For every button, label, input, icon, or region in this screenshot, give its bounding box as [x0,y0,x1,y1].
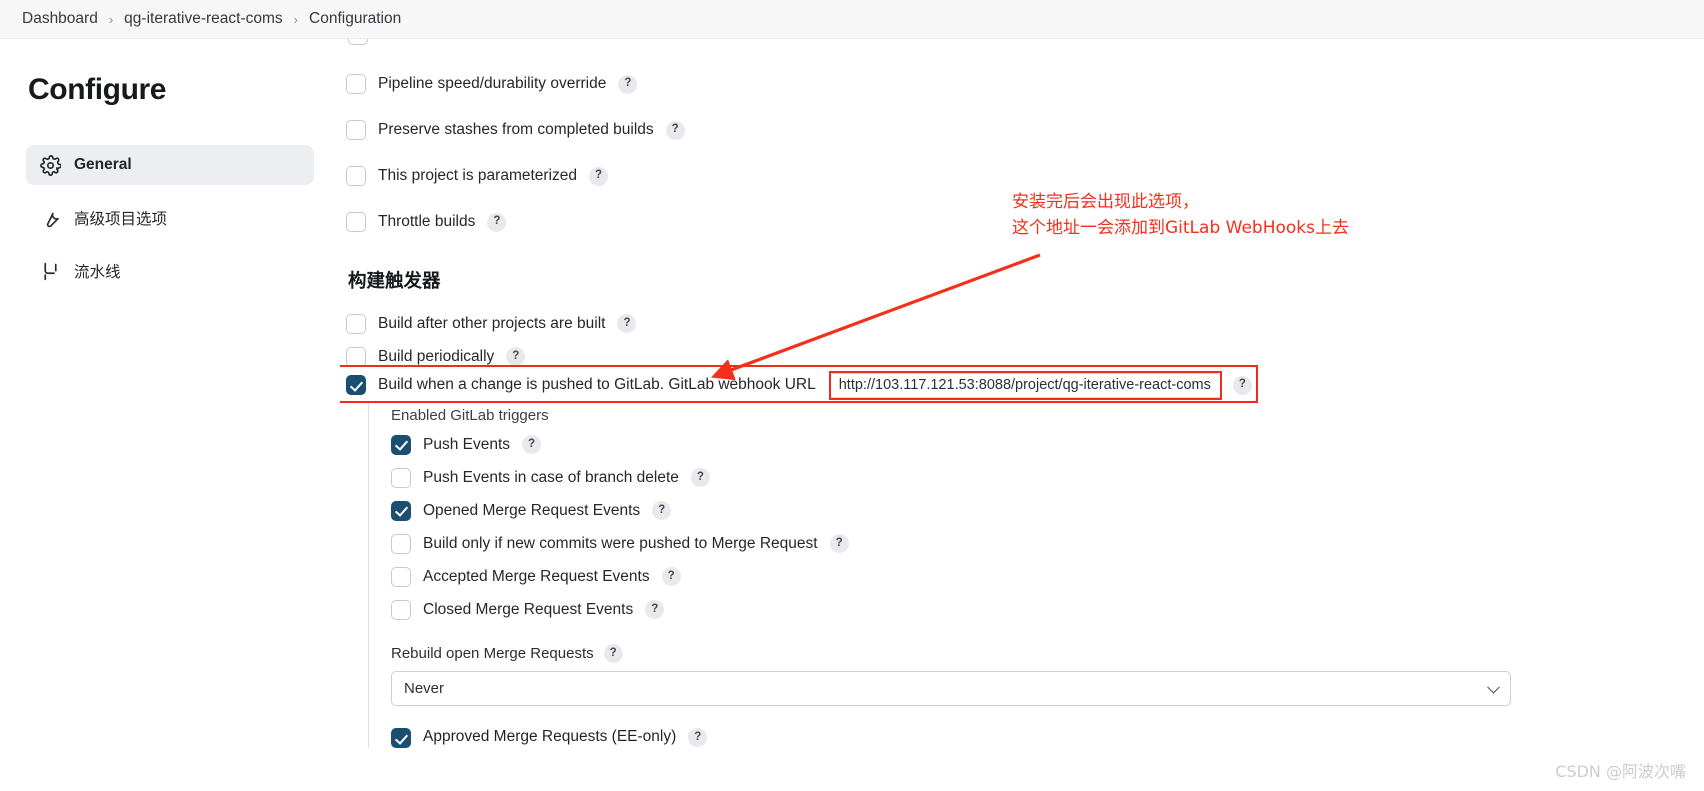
checkbox-pipeline-speed-durability-override[interactable] [346,74,366,94]
red-annotation: 安装完后会出现此选项， 这个地址一会添加到GitLab WebHooks上去 [1012,189,1349,241]
help-icon[interactable]: ? [645,600,665,619]
page-body: Configure General 高级项目选项 流水线 安装完后会出现此选项，… [0,39,1704,791]
annotation-line-2: 这个地址一会添加到GitLab WebHooks上去 [1012,218,1349,238]
checkbox-opened-merge-request-events[interactable] [391,500,411,521]
rebuild-open-merge-requests-label-row: Rebuild open Merge Requests ? [391,644,1664,663]
sidebar: Configure General 高级项目选项 流水线 [0,39,340,791]
help-icon[interactable]: ? [1232,375,1252,395]
checkbox-throttle-builds[interactable] [346,212,366,232]
gitlab-triggers-group: Enabled GitLab triggers Push Events ? Pu… [368,401,1664,748]
option-label: Throttle builds [378,213,476,230]
rebuild-open-merge-requests-label: Rebuild open Merge Requests [391,645,594,662]
breadcrumb-item-dashboard[interactable]: Dashboard [14,10,106,28]
sidebar-item-general[interactable]: General [26,145,314,185]
gear-icon [40,154,61,176]
option-label: Build only if new commits were pushed to… [423,534,818,552]
option-row-push-events-branch-delete: Push Events in case of branch delete ? [391,461,1664,494]
option-label: This project is parameterized [378,167,577,184]
option-label: Push Events [423,435,511,453]
pipeline-icon [40,261,61,282]
option-row-build-only-new-commits: Build only if new commits were pushed to… [391,527,1664,560]
option-label: Build when a change is pushed to GitLab.… [378,376,816,393]
help-icon[interactable]: ? [522,435,542,454]
option-row-build-periodically: Build periodically ? [346,340,1664,373]
help-icon[interactable]: ? [690,468,710,487]
webhook-url-field[interactable]: http://103.117.121.53:8088/project/qg-it… [828,370,1222,400]
help-icon[interactable]: ? [618,74,638,94]
checkbox-partial-top[interactable] [348,39,368,45]
breadcrumb-item-project[interactable]: qg-iterative-react-coms [116,10,291,28]
help-icon[interactable]: ? [506,347,526,366]
option-row-accepted-merge-request-events: Accepted Merge Request Events ? [391,560,1664,593]
breadcrumb-item-configuration[interactable]: Configuration [301,10,409,28]
chevron-down-icon [1487,680,1500,694]
help-icon[interactable]: ? [603,644,623,663]
option-row-build-on-gitlab-push: Build when a change is pushed to GitLab.… [346,370,1664,400]
checkbox-build-after-other-projects[interactable] [346,313,366,334]
select-value: Never [404,680,445,697]
help-icon[interactable]: ? [589,166,608,186]
partial-checkbox-row-top [346,39,1664,61]
option-label: Accepted Merge Request Events [423,567,650,585]
checkbox-approved-merge-requests[interactable] [391,728,411,748]
option-label: Closed Merge Request Events [423,600,634,618]
checkbox-project-is-parameterized[interactable] [346,166,366,186]
help-icon[interactable]: ? [829,534,849,553]
breadcrumb-separator-icon: › [108,11,114,27]
option-label: Build after other projects are built [378,314,606,332]
watermark: CSDN @阿波次嘴 [1555,762,1686,781]
option-label: Opened Merge Request Events [423,501,641,519]
sidebar-item-label: General [74,156,132,173]
option-row-opened-merge-request-events: Opened Merge Request Events ? [391,494,1664,527]
sidebar-item-label: 高级项目选项 [74,211,168,228]
wrench-icon [40,208,61,229]
option-label: Preserve stashes from completed builds [378,121,654,138]
sidebar-item-label: 流水线 [74,264,121,281]
help-icon[interactable]: ? [617,314,637,333]
option-label: Approved Merge Requests (EE-only) [423,728,677,745]
help-icon[interactable]: ? [688,728,708,747]
option-row-closed-merge-request-events: Closed Merge Request Events ? [391,593,1664,626]
checkbox-accepted-merge-request-events[interactable] [391,566,411,587]
checkbox-build-only-new-commits[interactable] [391,533,411,554]
checkbox-build-on-gitlab-push[interactable] [346,375,366,395]
page-title: Configure [28,73,167,106]
option-label: Push Events in case of branch delete [423,468,679,486]
checkbox-closed-merge-request-events[interactable] [391,599,411,620]
breadcrumb-separator-icon: › [293,11,299,27]
option-row-pipeline-speed: Pipeline speed/durability override ? [346,61,1664,107]
section-heading-build-triggers: 构建触发器 [348,270,441,291]
rebuild-open-merge-requests-select[interactable]: Never [391,671,1511,706]
option-row-throttle-builds: Throttle builds ? [346,199,1664,245]
option-label: Build periodically [378,347,495,365]
webhook-highlight-group: Build when a change is pushed to GitLab.… [340,365,1664,403]
checkbox-build-periodically[interactable] [346,346,366,367]
option-label: Pipeline speed/durability override [378,75,607,92]
option-row-parameterized: This project is parameterized ? [346,153,1664,199]
sidebar-item-pipeline[interactable]: 流水线 [26,251,314,291]
checkbox-preserve-stashes[interactable] [346,120,366,140]
gitlab-triggers-label: Enabled GitLab triggers [391,407,549,424]
option-row-push-events: Push Events ? [391,428,1664,461]
checkbox-push-events[interactable] [391,434,411,455]
help-icon[interactable]: ? [661,567,681,586]
annotation-line-1: 安装完后会出现此选项， [1012,192,1199,212]
checkbox-push-events-branch-delete[interactable] [391,467,411,488]
partial-checkbox-row-bottom: Approved Merge Requests (EE-only) ? [391,728,1664,748]
option-row-build-after-other-projects: Build after other projects are built ? [346,307,1664,340]
help-icon[interactable]: ? [652,501,672,520]
option-row-preserve-stashes: Preserve stashes from completed builds ? [346,107,1664,153]
main-content: 安装完后会出现此选项， 这个地址一会添加到GitLab WebHooks上去 P… [340,39,1704,791]
webhook-url-value: http://103.117.121.53:8088/project/qg-it… [838,377,1211,393]
sidebar-item-advanced-project-options[interactable]: 高级项目选项 [26,198,314,238]
help-icon[interactable]: ? [487,212,507,232]
breadcrumb: Dashboard › qg-iterative-react-coms › Co… [0,0,1704,39]
help-icon[interactable]: ? [665,120,685,140]
